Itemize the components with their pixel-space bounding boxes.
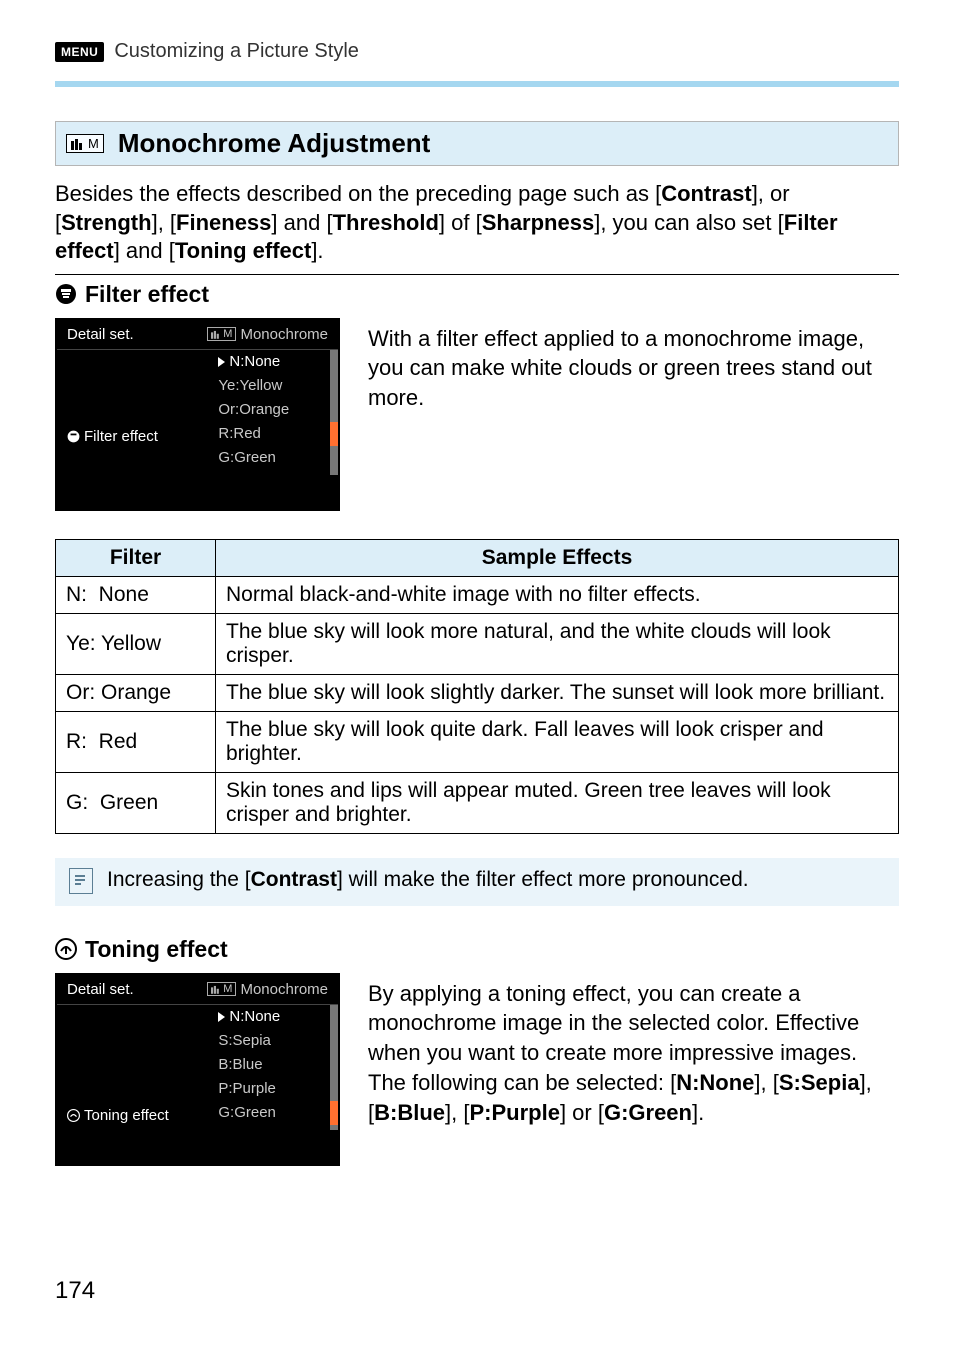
section-title-bar: M Monochrome Adjustment [55,121,899,166]
lcd-filter-effect: Detail set. M Monochrome Filter effect [55,318,340,511]
toning-effect-small-icon [67,1109,80,1122]
table-row: Or: OrangeThe blue sky will look slightl… [56,674,899,711]
lcd-option[interactable]: S:Sepia [214,1029,330,1053]
toning-effect-description: By applying a toning effect, you can cre… [368,973,899,1127]
intro-paragraph: Besides the effects described on the pre… [55,180,899,266]
page-header-title: Customizing a Picture Style [114,40,359,63]
lcd-toning-options[interactable]: N:None S:Sepia B:Blue P:Purple G:Green [214,1005,338,1130]
filter-effects-table: Filter Sample Effects N: NoneNormal blac… [55,539,899,834]
lcd-option[interactable]: B:Blue [214,1053,330,1077]
lcd-filter-options[interactable]: N:None Ye:Yellow Or:Orange R:Red G:Green [214,350,338,475]
picture-style-monochrome-icon: M [66,134,104,153]
lcd-title: Detail set. [67,981,134,998]
section-title: Monochrome Adjustment [118,128,430,159]
filter-effect-description: With a filter effect applied to a monoch… [368,318,899,413]
table-row: G: GreenSkin tones and lips will appear … [56,772,899,833]
lcd-style-label: M Monochrome [207,326,328,343]
lcd-option[interactable]: Ye:Yellow [214,374,330,398]
menu-chip-icon: MENU [55,42,104,62]
filter-effect-heading: Filter effect [55,281,899,308]
lcd-option[interactable]: G:Green [214,1101,330,1125]
table-row: R: RedThe blue sky will look quite dark.… [56,711,899,772]
lcd-left-label: Toning effect [57,1101,214,1130]
filter-effect-small-icon [67,430,80,443]
toning-effect-heading: Toning effect [55,936,899,963]
table-header-effects: Sample Effects [216,539,899,576]
note-icon [69,868,93,894]
lcd-title: Detail set. [67,326,134,343]
table-row: Ye: YellowThe blue sky will look more na… [56,613,899,674]
filter-effect-heading-text: Filter effect [85,281,209,308]
lcd-option[interactable]: Or:Orange [214,398,330,422]
divider [55,274,899,275]
note-text: Increasing the [Contrast] will make the … [107,868,749,892]
lcd-option[interactable]: N:None [214,1005,330,1029]
page-number: 174 [55,1277,95,1305]
filter-effect-icon [55,283,77,305]
table-row: N: NoneNormal black-and-white image with… [56,576,899,613]
lcd-option[interactable]: G:Green [214,446,330,470]
lcd-left-label: Filter effect [57,422,214,451]
table-header-filter: Filter [56,539,216,576]
toning-effect-icon [55,938,77,960]
lcd-option[interactable]: P:Purple [214,1077,330,1101]
lcd-toning-effect: Detail set. M Monochrome Toning effect [55,973,340,1166]
lcd-style-label: M Monochrome [207,981,328,998]
lcd-option[interactable]: R:Red [214,422,330,446]
header-divider [55,81,899,87]
page-header: MENU Customizing a Picture Style [55,40,899,63]
ps-icon-letter: M [88,136,99,151]
note-box: Increasing the [Contrast] will make the … [55,858,899,906]
toning-effect-heading-text: Toning effect [85,936,228,963]
lcd-option[interactable]: N:None [214,350,330,374]
